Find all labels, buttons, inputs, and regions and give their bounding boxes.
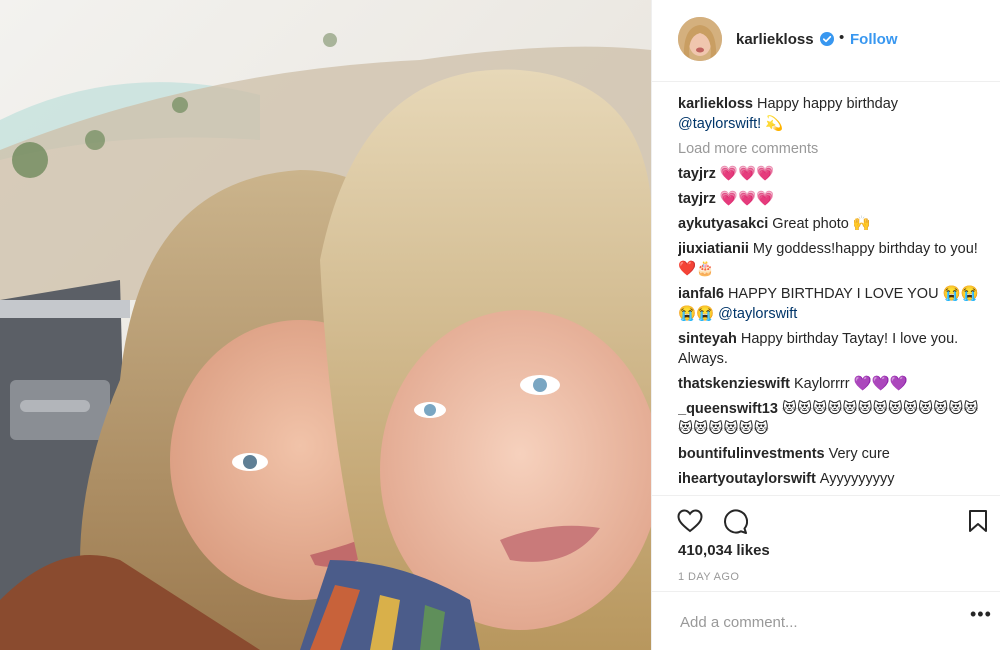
caption-text: Happy happy birthday bbox=[756, 96, 899, 112]
heart-icon[interactable] bbox=[677, 509, 703, 538]
comment-item: bountifulinvestments Very cure bbox=[678, 444, 983, 464]
post-header: karliekloss • Follow bbox=[652, 0, 1000, 82]
post-photo[interactable] bbox=[0, 0, 651, 650]
comment-username[interactable]: jiuxiatianii bbox=[678, 241, 749, 257]
comment-username[interactable]: _queenswift13 bbox=[678, 401, 778, 417]
comment-username[interactable]: iheartyoutaylorswift bbox=[678, 471, 816, 487]
comment-username[interactable]: aykutyasakci bbox=[678, 216, 768, 232]
comment-item: sinteyah Happy birthday Taytay! I love yo… bbox=[678, 329, 983, 369]
selfie-image bbox=[0, 0, 651, 650]
comment-text: Kaylorrrr 💜💜💜 bbox=[794, 376, 908, 392]
add-comment-bar: ••• bbox=[652, 591, 1000, 650]
caption-username[interactable]: karliekloss bbox=[678, 96, 753, 112]
load-more-comments-link[interactable]: Load more comments bbox=[678, 139, 983, 159]
comment-bubble-icon[interactable] bbox=[722, 509, 749, 540]
likes-count[interactable]: 410,034 likes bbox=[678, 542, 770, 559]
post-timestamp[interactable]: 1 DAY AGO bbox=[678, 571, 739, 583]
comment-username[interactable]: ianfal6 bbox=[678, 286, 724, 302]
comment-text: Ayyyyyyyyy bbox=[819, 471, 895, 487]
comment-text: Great photo 🙌 bbox=[772, 216, 871, 232]
comment-text: 💗💗💗 bbox=[719, 191, 775, 207]
post-actions: 410,034 likes 1 DAY AGO bbox=[652, 495, 1000, 605]
caption-emoji: 💫 bbox=[765, 116, 784, 132]
separator-dot: • bbox=[839, 29, 845, 46]
comment-item: thatskenzieswift Kaylorrrr 💜💜💜 bbox=[678, 374, 983, 394]
comment-item: aykutyasakci Great photo 🙌 bbox=[678, 214, 983, 234]
comment-item: jiuxiatianii My goddess!happy birthday to… bbox=[678, 239, 983, 279]
post-sidebar: karliekloss • Follow karliekloss Happy ha… bbox=[651, 0, 1000, 650]
avatar[interactable] bbox=[678, 17, 722, 61]
comment-text: 💗💗💗 bbox=[719, 166, 775, 182]
comment-username[interactable]: bountifulinvestments bbox=[678, 446, 825, 462]
verified-badge-icon bbox=[820, 32, 834, 46]
comment-username[interactable]: tayjrz bbox=[678, 191, 716, 207]
bookmark-icon[interactable] bbox=[968, 509, 988, 538]
comment-item: iheartyoutaylorswift Ayyyyyyyyy bbox=[678, 469, 983, 489]
comment-mention[interactable]: @taylorswift bbox=[718, 306, 797, 322]
comment-username[interactable]: tayjrz bbox=[678, 166, 716, 182]
comment-item: _queenswift13 😻😻😻😻😻😻😻😻😻😻😻😻😻😻😻😻😻😻😻 bbox=[678, 399, 983, 439]
comment-text: Very cure bbox=[828, 446, 890, 462]
comment-item: tayjrz 💗💗💗 bbox=[678, 164, 983, 184]
more-options-icon[interactable]: ••• bbox=[970, 604, 992, 625]
follow-button[interactable]: Follow bbox=[850, 31, 898, 48]
comment-username[interactable]: thatskenzieswift bbox=[678, 376, 790, 392]
comment-username[interactable]: sinteyah bbox=[678, 331, 737, 347]
comment-item: tayjrz 💗💗💗 bbox=[678, 189, 983, 209]
comment-item: ianfal6 HAPPY BIRTHDAY I LOVE YOU 😭😭😭😭 @t… bbox=[678, 284, 983, 324]
caption: karliekloss Happy happy birthday @taylors… bbox=[678, 94, 983, 134]
post-author-username[interactable]: karliekloss bbox=[736, 31, 814, 48]
caption-mention[interactable]: @taylorswift! bbox=[678, 116, 761, 132]
comments-list[interactable]: karliekloss Happy happy birthday @taylors… bbox=[678, 94, 983, 494]
add-comment-input[interactable] bbox=[678, 610, 942, 634]
avatar-image bbox=[678, 17, 722, 61]
